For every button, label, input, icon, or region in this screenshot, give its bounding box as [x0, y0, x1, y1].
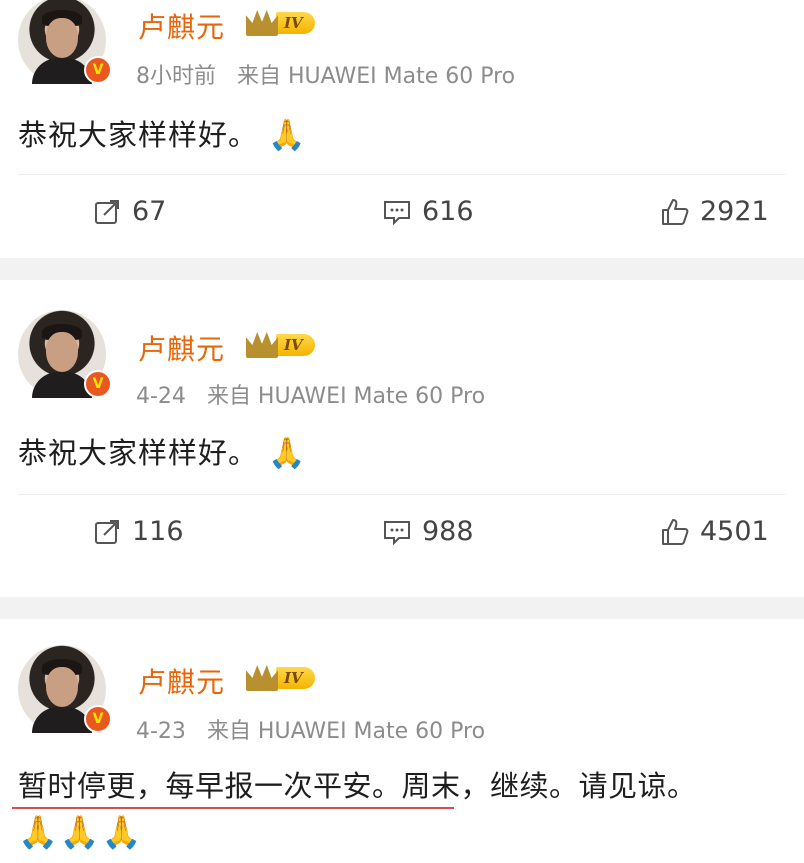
author-name[interactable]: 卢麒元 — [138, 328, 225, 368]
avatar-face — [46, 18, 78, 58]
level-badge[interactable]: IV — [246, 332, 315, 358]
repost-count: 116 — [132, 516, 184, 547]
crown-icon — [246, 665, 278, 691]
post-text-body: 恭祝大家样样好。 — [18, 436, 259, 470]
post-meta: 4-23 来自 HUAWEI Mate 60 Pro — [136, 713, 485, 745]
comment-icon — [384, 520, 410, 545]
comment-count: 616 — [422, 196, 474, 227]
level-label: IV — [276, 667, 315, 689]
comment-icon — [384, 200, 410, 225]
pray-emojis: 🙏🙏🙏 — [18, 813, 144, 851]
avatar-suit — [32, 707, 92, 733]
post-source: 来自 HUAWEI Mate 60 Pro — [206, 719, 486, 744]
author-name[interactable]: 卢麒元 — [138, 6, 225, 46]
avatar-face — [46, 332, 78, 372]
verified-icon: V — [84, 705, 112, 733]
author-name[interactable]: 卢麒元 — [138, 661, 225, 701]
like-count: 4501 — [700, 516, 769, 547]
pray-emoji: 🙏 — [268, 436, 307, 471]
comment-button[interactable]: 988 — [382, 516, 474, 547]
repost-button[interactable]: 116 — [92, 516, 184, 547]
post-time: 4-24 — [136, 384, 186, 409]
highlight-underline — [12, 807, 454, 809]
weibo-post: V 卢麒元 IV 4-23 来自 HUAWEI Mate 60 Pro 暂时停更… — [0, 619, 804, 863]
repost-button[interactable]: 67 — [92, 196, 166, 227]
post-meta: 4-24 来自 HUAWEI Mate 60 Pro — [136, 378, 485, 410]
weibo-post: V 卢麒元 IV 8小时前 来自 HUAWEI Mate 60 Pro 恭祝大家… — [0, 0, 804, 258]
divider — [18, 174, 786, 175]
crown-icon — [246, 10, 278, 36]
divider — [18, 494, 786, 495]
repost-icon — [95, 519, 119, 544]
avatar-suit — [32, 372, 92, 398]
post-actions: 116 988 4501 — [0, 494, 804, 560]
post-text: 恭祝大家样样好。 🙏 — [18, 112, 306, 154]
post-text: 暂时停更，每早报一次平安。周末，继续。请见谅。 — [18, 769, 697, 803]
verified-icon: V — [84, 56, 112, 84]
weibo-post: V 卢麒元 IV 4-24 来自 HUAWEI Mate 60 Pro 恭祝大家… — [0, 280, 804, 597]
level-label: IV — [276, 12, 315, 34]
like-icon — [662, 198, 689, 225]
post-time: 4-23 — [136, 719, 186, 744]
post-text-body: 恭祝大家样样好。 — [18, 118, 259, 152]
post-meta: 8小时前 来自 HUAWEI Mate 60 Pro — [136, 58, 515, 90]
level-badge[interactable]: IV — [246, 10, 315, 36]
post-separator — [0, 258, 804, 280]
level-label: IV — [276, 334, 315, 356]
comment-button[interactable]: 616 — [382, 196, 474, 227]
crown-icon — [246, 332, 278, 358]
post-text: 恭祝大家样样好。 🙏 — [18, 430, 306, 472]
like-icon — [662, 518, 689, 545]
repost-count: 67 — [132, 196, 167, 227]
post-source: 来自 HUAWEI Mate 60 Pro — [237, 64, 516, 89]
post-separator — [0, 597, 804, 619]
pray-emoji: 🙏 — [268, 118, 307, 153]
avatar[interactable]: V — [18, 310, 112, 398]
verified-icon: V — [84, 370, 112, 398]
post-time: 8小时前 — [136, 64, 216, 89]
comment-count: 988 — [422, 516, 474, 547]
like-button[interactable]: 2921 — [660, 196, 769, 227]
avatar[interactable]: V — [18, 645, 112, 733]
repost-icon — [95, 199, 119, 224]
post-source: 来自 HUAWEI Mate 60 Pro — [206, 384, 486, 409]
like-count: 2921 — [700, 196, 769, 227]
level-badge[interactable]: IV — [246, 665, 315, 691]
avatar-face — [46, 667, 78, 707]
avatar-suit — [32, 58, 92, 84]
like-button[interactable]: 4501 — [660, 516, 769, 547]
avatar[interactable]: V — [18, 0, 112, 84]
post-actions: 67 616 2921 — [0, 174, 804, 240]
